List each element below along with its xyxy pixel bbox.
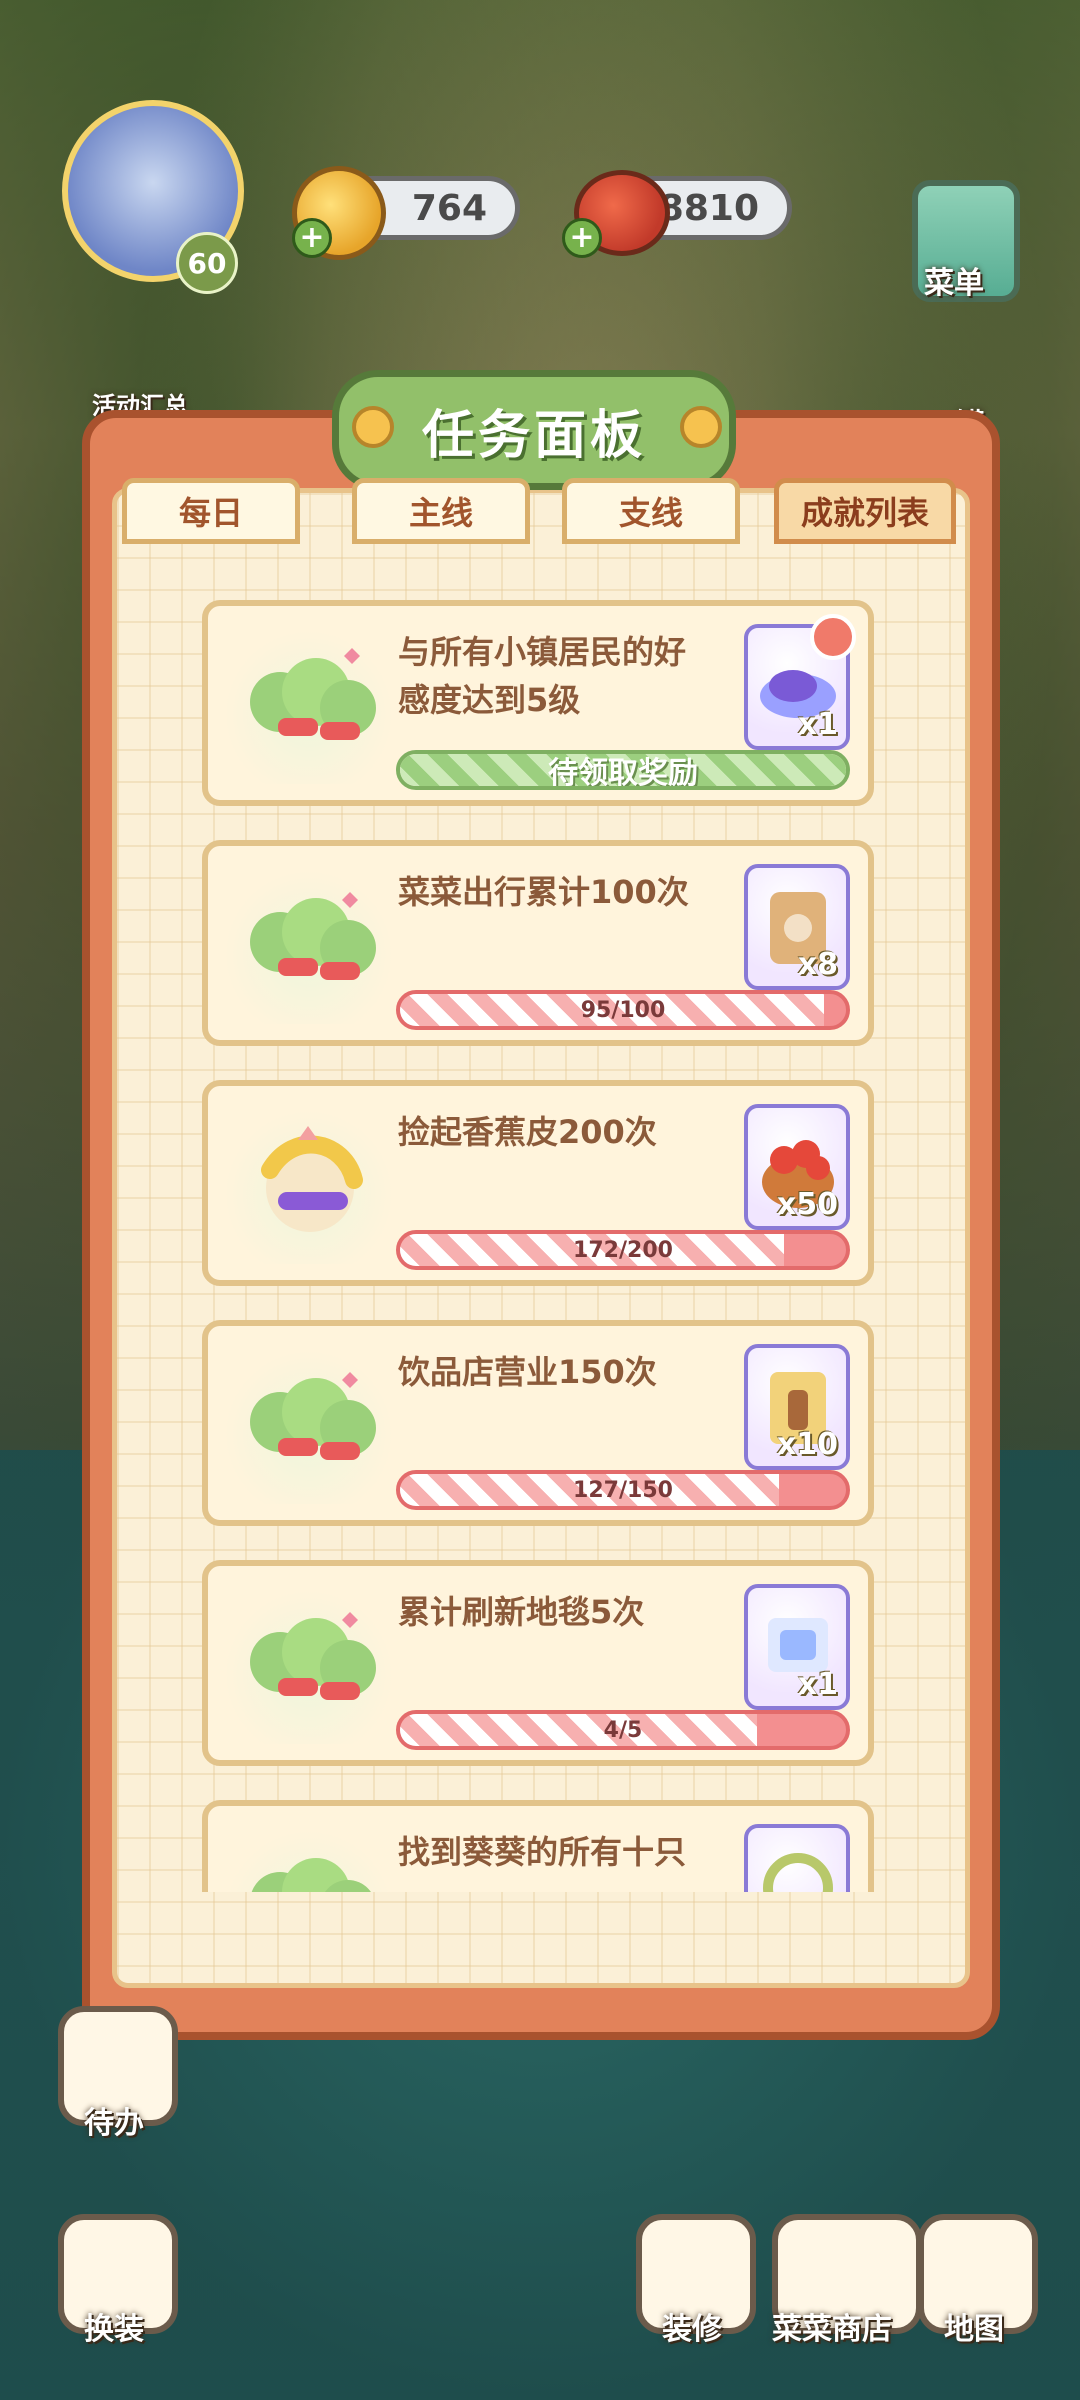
task-card[interactable]: 找到葵葵的所有十只	[202, 1800, 874, 1892]
task-illustration	[224, 1590, 394, 1744]
reward-item[interactable]: x8	[744, 864, 850, 990]
add-coins-button[interactable]: +	[292, 218, 332, 258]
reward-item[interactable]: x1	[744, 1584, 850, 1710]
tab-side[interactable]: 支线	[562, 478, 740, 544]
task-title-line1: 累计刷新地毯5次	[398, 1593, 645, 1631]
panel-title-text: 任务面板	[421, 405, 646, 466]
tab-achievements[interactable]: 成就列表	[774, 478, 956, 544]
task-title-line1: 捡起香蕉皮200次	[398, 1113, 657, 1151]
reward-quantity: x50	[776, 1187, 838, 1222]
task-title: 与所有小镇居民的好 感度达到5级	[398, 628, 738, 724]
reward-quantity: x8	[797, 947, 838, 982]
task-title: 找到葵葵的所有十只	[398, 1828, 738, 1876]
progress-bar[interactable]: 待领取奖励	[396, 750, 850, 790]
wreath-icon	[763, 1853, 833, 1892]
tab-daily[interactable]: 每日	[122, 478, 300, 544]
progress-bar[interactable]: 95/100	[396, 990, 850, 1030]
progress-text: 待领取奖励	[548, 756, 698, 790]
progress-text: 4/5	[603, 1717, 643, 1743]
map-label: 地图	[944, 2312, 1004, 2347]
task-title-line1: 饮品店营业150次	[398, 1353, 657, 1391]
title-decoration-left	[352, 406, 394, 448]
progress-text: 95/100	[580, 997, 666, 1023]
task-list[interactable]: 与所有小镇居民的好 感度达到5级 x1 待领取奖励 菜菜出行累计100次 x8 …	[112, 560, 970, 1892]
title-decoration-right	[680, 406, 722, 448]
progress-bar[interactable]: 127/150	[396, 1470, 850, 1510]
task-title: 菜菜出行累计100次	[398, 868, 738, 916]
task-card[interactable]: 与所有小镇居民的好 感度达到5级 x1 待领取奖励	[202, 600, 874, 806]
task-illustration	[224, 630, 394, 784]
reward-quantity: x1	[797, 1667, 838, 1702]
task-card[interactable]: 累计刷新地毯5次 x1 4/5	[202, 1560, 874, 1766]
progress-text: 172/200	[573, 1237, 673, 1263]
task-title-line1: 菜菜出行累计100次	[398, 873, 689, 911]
reward-item[interactable]: x50	[744, 1104, 850, 1230]
tab-main[interactable]: 主线	[352, 478, 530, 544]
progress-bar[interactable]: 172/200	[396, 1230, 850, 1270]
task-card[interactable]: 饮品店营业150次 x10 127/150	[202, 1320, 874, 1526]
reward-quantity: x10	[776, 1427, 838, 1462]
level-badge: 60	[176, 232, 238, 294]
coin-value: 764	[411, 187, 487, 229]
reward-item[interactable]	[744, 1824, 850, 1892]
tomato-value: 8810	[658, 187, 759, 229]
reward-quantity: x1	[797, 707, 838, 742]
progress-bar[interactable]: 4/5	[396, 1710, 850, 1750]
task-title-line2: 感度达到5级	[398, 681, 581, 719]
task-card[interactable]: 菜菜出行累计100次 x8 95/100	[202, 840, 874, 1046]
task-title-line1: 找到葵葵的所有十只	[398, 1833, 687, 1871]
add-tomatoes-button[interactable]: +	[562, 218, 602, 258]
task-title: 捡起香蕉皮200次	[398, 1108, 738, 1156]
task-illustration	[224, 1110, 394, 1264]
reward-item[interactable]: x1	[744, 614, 856, 750]
dress-label: 换装	[84, 2312, 144, 2347]
flower-badge-icon	[810, 614, 856, 660]
task-illustration	[224, 870, 394, 1024]
task-title-line1: 与所有小镇居民的好	[398, 633, 687, 671]
task-title: 饮品店营业150次	[398, 1348, 738, 1396]
task-illustration	[224, 1350, 394, 1504]
task-title: 累计刷新地毯5次	[398, 1588, 738, 1636]
decorate-label: 装修	[662, 2312, 722, 2347]
progress-text: 127/150	[573, 1477, 673, 1503]
shop-label: 菜菜商店	[772, 2312, 892, 2347]
reward-item[interactable]: x10	[744, 1344, 850, 1470]
menu-label: 菜单	[924, 266, 984, 301]
todo-label: 待办	[84, 2106, 144, 2141]
task-card[interactable]: 捡起香蕉皮200次 x50 172/200	[202, 1080, 874, 1286]
task-illustration	[224, 1830, 394, 1892]
